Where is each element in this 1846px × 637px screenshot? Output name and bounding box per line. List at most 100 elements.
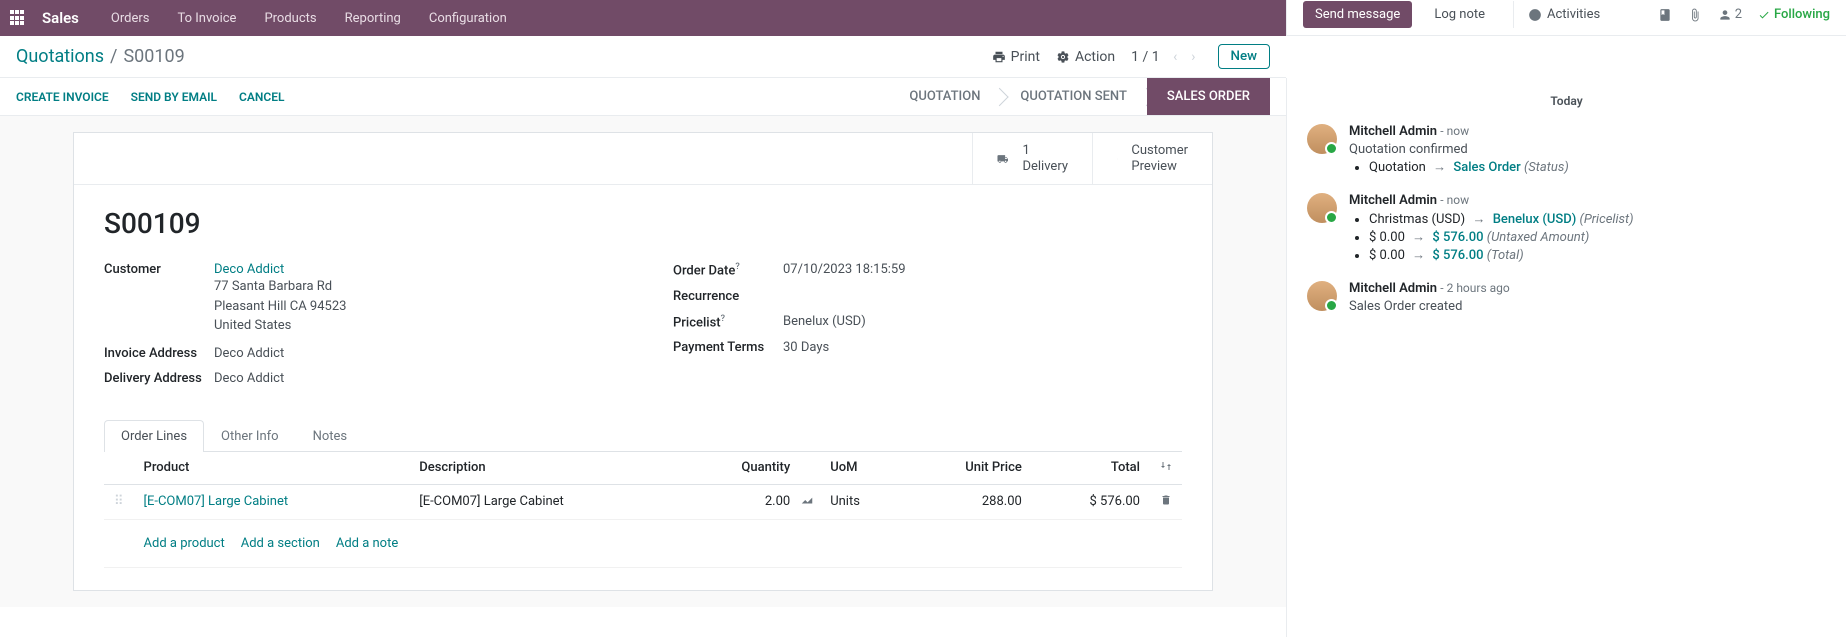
nav-configuration[interactable]: Configuration [419, 11, 517, 26]
avatar[interactable] [1307, 193, 1337, 223]
chatter-topbar: Send message Log note Activities 2 Follo… [1286, 0, 1846, 36]
activities-button[interactable]: Activities [1513, 1, 1612, 28]
add-note-link[interactable]: Add a note [336, 536, 398, 551]
new-value[interactable]: $ 576.00 [1432, 248, 1483, 263]
label-recurrence: Recurrence [673, 289, 783, 304]
table-row[interactable]: ⠿ [E-COM07] Large Cabinet [E-COM07] Larg… [104, 484, 1182, 519]
track-line: $ 0.00 → $ 576.00 (Untaxed Amount) [1369, 229, 1826, 245]
track-field: (Pricelist) [1580, 212, 1634, 227]
attachment-icon[interactable] [1688, 8, 1702, 22]
row-total[interactable]: $ 576.00 [1032, 484, 1150, 519]
tab-notes[interactable]: Notes [296, 420, 365, 452]
th-description[interactable]: Description [409, 452, 685, 485]
order-date-value[interactable]: 07/10/2023 18:15:59 [783, 262, 906, 278]
nav-orders[interactable]: Orders [101, 11, 160, 26]
followers-button[interactable]: 2 [1718, 7, 1742, 22]
record-title: S00109 [104, 207, 1182, 240]
old-value: $ 0.00 [1369, 230, 1405, 245]
delivery-stat-button[interactable]: 1 Delivery [972, 133, 1092, 184]
new-button[interactable]: New [1218, 44, 1271, 69]
cancel-button[interactable]: CANCEL [239, 90, 284, 104]
row-unit-price[interactable]: 288.00 [904, 484, 1032, 519]
delivery-label: Delivery [1022, 159, 1068, 175]
add-product-link[interactable]: Add a product [144, 536, 225, 551]
log-note-button[interactable]: Log note [1422, 1, 1497, 28]
label-customer: Customer [104, 262, 214, 336]
avatar[interactable] [1307, 281, 1337, 311]
label-invoice-address: Invoice Address [104, 346, 214, 361]
old-value: Quotation [1369, 160, 1426, 175]
create-invoice-button[interactable]: CREATE INVOICE [16, 90, 109, 104]
tab-order-lines[interactable]: Order Lines [104, 420, 204, 452]
customer-country: United States [214, 316, 346, 336]
status-sales-order[interactable]: SALES ORDER [1147, 78, 1270, 115]
customer-city: Pleasant Hill CA 94523 [214, 297, 346, 317]
preview-line2: Preview [1131, 159, 1188, 175]
message-author[interactable]: Mitchell Admin [1349, 193, 1437, 208]
delete-row-icon[interactable] [1160, 494, 1172, 506]
pricelist-value[interactable]: Benelux (USD) [783, 314, 866, 330]
print-button[interactable]: Print [992, 49, 1040, 65]
following-label: Following [1774, 7, 1830, 22]
tab-other-info[interactable]: Other Info [204, 420, 296, 452]
drag-handle-icon[interactable]: ⠿ [104, 484, 134, 519]
th-product[interactable]: Product [134, 452, 410, 485]
pager-text[interactable]: 1 / 1 [1131, 49, 1159, 65]
activities-label: Activities [1547, 7, 1600, 22]
action-menu-button[interactable]: Action [1056, 49, 1115, 65]
row-quantity[interactable]: 2.00 [685, 484, 800, 519]
status-quotation-sent[interactable]: QUOTATION SENT [1000, 78, 1146, 115]
row-description[interactable]: [E-COM07] Large Cabinet [409, 484, 685, 519]
label-payment-terms: Payment Terms [673, 340, 783, 355]
th-uom[interactable]: UoM [820, 452, 903, 485]
avatar[interactable] [1307, 124, 1337, 154]
book-icon[interactable] [1658, 8, 1672, 22]
new-value[interactable]: $ 576.00 [1432, 230, 1483, 245]
message-author[interactable]: Mitchell Admin [1349, 124, 1437, 139]
th-unit-price[interactable]: Unit Price [904, 452, 1032, 485]
send-message-button[interactable]: Send message [1303, 1, 1412, 28]
track-line: Quotation → Sales Order (Status) [1369, 159, 1826, 175]
add-section-link[interactable]: Add a section [241, 536, 320, 551]
chart-icon[interactable] [800, 493, 814, 507]
track-field: (Untaxed Amount) [1487, 230, 1589, 245]
brand-sales[interactable]: Sales [42, 9, 79, 27]
customer-preview-button[interactable]: Customer Preview [1092, 133, 1212, 184]
nav-reporting[interactable]: Reporting [335, 11, 411, 26]
breadcrumb-parent[interactable]: Quotations [16, 46, 104, 67]
pager-next[interactable]: › [1185, 47, 1201, 67]
th-quantity[interactable]: Quantity [685, 452, 800, 485]
label-delivery-address: Delivery Address [104, 371, 214, 386]
apps-icon[interactable] [10, 10, 26, 26]
order-lines-table: Product Description Quantity UoM Unit Pr… [104, 452, 1182, 568]
payment-terms-value[interactable]: 30 Days [783, 340, 829, 355]
notebook-tabs: Order Lines Other Info Notes [104, 420, 1182, 452]
preview-line1: Customer [1131, 143, 1188, 159]
new-value[interactable]: Benelux (USD) [1493, 212, 1577, 227]
followers-count: 2 [1735, 7, 1742, 22]
customer-street: 77 Santa Barbara Rd [214, 277, 346, 297]
chatter-message: Mitchell Admin - now Christmas (USD) → B… [1287, 185, 1846, 273]
th-total[interactable]: Total [1032, 452, 1150, 485]
customer-link[interactable]: Deco Addict [214, 262, 284, 277]
track-field: (Total) [1487, 248, 1524, 263]
delivery-address-value[interactable]: Deco Addict [214, 371, 284, 386]
truck-icon [997, 148, 1008, 170]
message-content: Sales Order created [1349, 299, 1826, 314]
row-uom[interactable]: Units [820, 484, 903, 519]
message-author[interactable]: Mitchell Admin [1349, 281, 1437, 296]
status-quotation[interactable]: QUOTATION [889, 78, 1000, 115]
send-email-button[interactable]: SEND BY EMAIL [131, 90, 217, 104]
action-label: Action [1075, 49, 1115, 65]
swap-icon[interactable] [1160, 460, 1172, 472]
chatter-date-separator: Today [1287, 94, 1846, 108]
pager-prev[interactable]: ‹ [1167, 47, 1183, 67]
chatter-message: Mitchell Admin - now Quotation confirmed… [1287, 116, 1846, 185]
invoice-address-value[interactable]: Deco Addict [214, 346, 284, 361]
nav-products[interactable]: Products [254, 11, 326, 26]
row-product-link[interactable]: [E-COM07] Large Cabinet [144, 494, 289, 509]
new-value[interactable]: Sales Order [1453, 160, 1520, 175]
following-button[interactable]: Following [1758, 7, 1830, 22]
nav-to-invoice[interactable]: To Invoice [167, 11, 246, 26]
control-panel: Quotations / S00109 Print Action 1 / 1 ‹… [0, 36, 1286, 78]
